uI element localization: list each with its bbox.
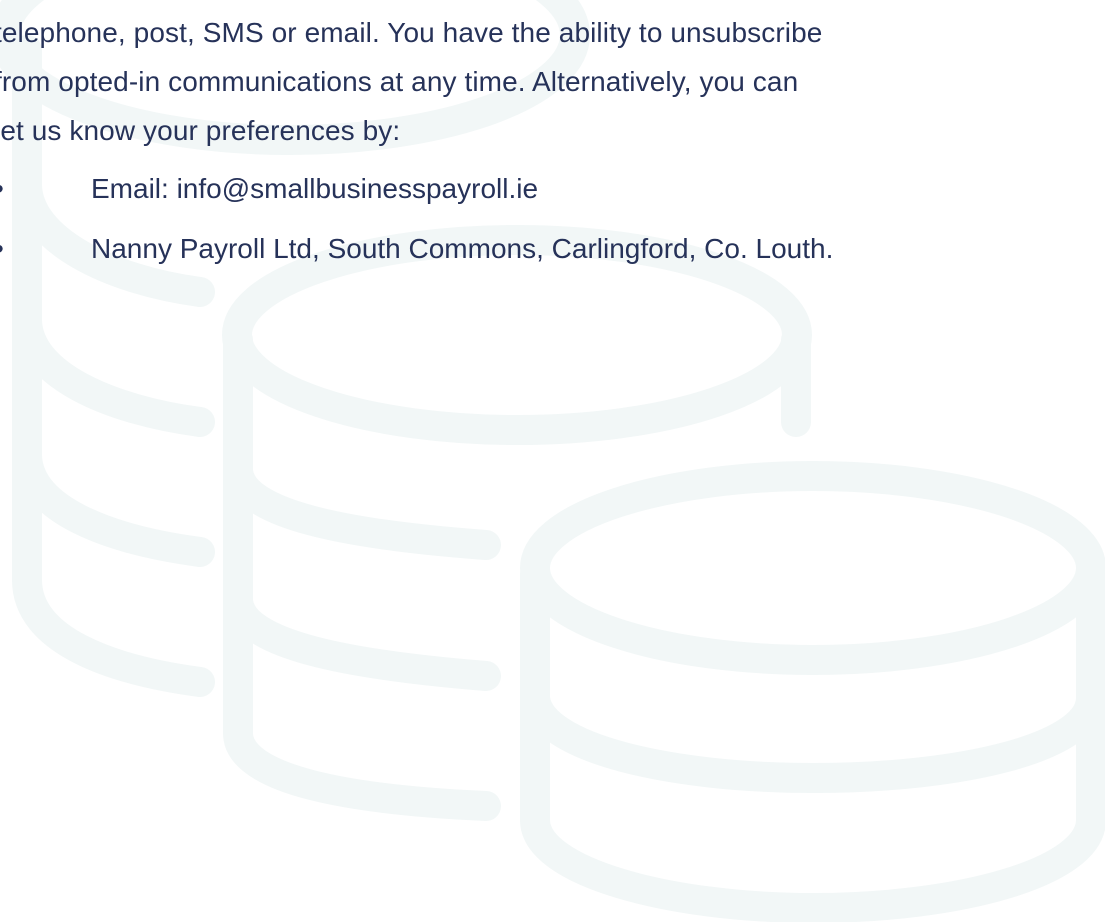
contact-methods-list: • Email: info@smallbusinesspayroll.ie • …	[0, 163, 1104, 283]
email-contact-item: • Email: info@smallbusinesspayroll.ie	[0, 163, 1104, 223]
postal-contact-item: • Nanny Payroll Ltd, South Commons, Carl…	[0, 223, 1104, 283]
document-page: telephone, post, SMS or email. You have …	[0, 0, 1105, 922]
postal-contact-text: Nanny Payroll Ltd, South Commons, Carlin…	[91, 233, 834, 264]
email-contact-text: Email: info@smallbusinesspayroll.ie	[91, 173, 539, 204]
bullet-icon: •	[0, 163, 14, 215]
paragraph-line: telephone, post, SMS or email. You have …	[0, 17, 823, 48]
privacy-preferences-text: telephone, post, SMS or email. You have …	[0, 8, 1104, 283]
paragraph-line: from opted-in communications at any time…	[0, 66, 799, 97]
preferences-paragraph: telephone, post, SMS or email. You have …	[0, 8, 1104, 155]
paragraph-line: let us know your preferences by:	[0, 115, 401, 146]
bullet-icon: •	[0, 223, 14, 275]
